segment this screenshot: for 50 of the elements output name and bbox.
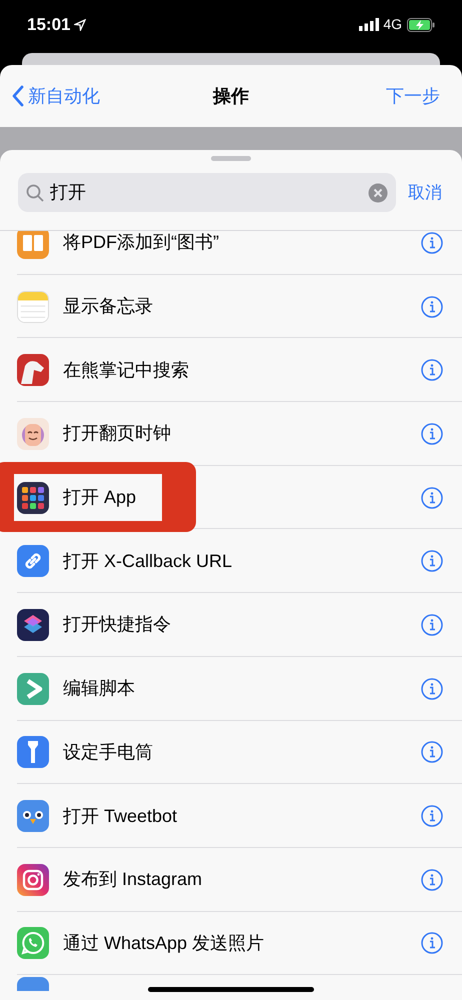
- info-icon[interactable]: [421, 232, 443, 254]
- info-icon[interactable]: [421, 550, 443, 572]
- action-label[interactable]: 打开 Tweetbot: [63, 802, 421, 830]
- action-label[interactable]: 打开翻页时钟: [63, 420, 421, 448]
- info-icon[interactable]: [421, 932, 443, 954]
- flashlight-icon: [17, 736, 49, 768]
- action-label[interactable]: 设定手电筒: [63, 738, 421, 766]
- cancel-button[interactable]: 取消: [408, 180, 442, 206]
- bear-icon: [17, 354, 49, 386]
- info-icon[interactable]: [421, 805, 443, 828]
- next-button[interactable]: 下一步: [386, 82, 450, 110]
- action-label[interactable]: 发布到 Instagram: [63, 866, 421, 894]
- info-icon[interactable]: [421, 296, 443, 318]
- chevron-left-icon: [12, 85, 24, 107]
- action-label[interactable]: 通过 WhatsApp 发送照片: [63, 930, 421, 957]
- action-label[interactable]: 在熊掌记中搜索: [63, 356, 421, 384]
- action-label[interactable]: 显示备忘录: [63, 293, 421, 320]
- sheet-handle[interactable]: [211, 156, 251, 161]
- camera-icon: [17, 864, 49, 896]
- layers-icon: [17, 608, 49, 641]
- info-icon[interactable]: [421, 614, 443, 636]
- time: 15:01: [27, 14, 70, 36]
- battery-charging-icon: [407, 18, 435, 32]
- action-label[interactable]: 编辑脚本: [63, 675, 421, 702]
- signal-icon: [359, 18, 380, 31]
- info-icon[interactable]: [421, 359, 443, 382]
- book-icon: [17, 231, 49, 259]
- notes-icon: [17, 290, 49, 323]
- phone-bubble-icon: [17, 927, 49, 960]
- back-button[interactable]: 新自动化: [12, 82, 100, 110]
- location-arrow-icon: [74, 18, 86, 30]
- network-type: 4G: [383, 15, 402, 34]
- search-field[interactable]: 打开: [18, 173, 396, 212]
- link-icon: [17, 545, 49, 578]
- chevron-right-icon: [17, 672, 49, 705]
- action-label[interactable]: 打开快捷指令: [63, 611, 421, 638]
- info-icon[interactable]: [421, 422, 443, 445]
- action-label[interactable]: 打开 X-Callback URL: [63, 548, 421, 575]
- info-icon[interactable]: [421, 741, 443, 764]
- action-label[interactable]: 将PDF添加到“图书”: [63, 231, 421, 256]
- search-text: 打开: [50, 181, 87, 204]
- clear-icon[interactable]: [368, 182, 388, 202]
- nav-title: 操作: [213, 84, 249, 108]
- info-icon[interactable]: [421, 486, 443, 509]
- search-icon: [26, 184, 44, 202]
- app-grid-icon: [17, 482, 49, 514]
- info-icon[interactable]: [421, 868, 443, 891]
- info-icon[interactable]: [421, 678, 443, 700]
- clock-face-icon: [17, 418, 49, 450]
- action-label[interactable]: 打开 App: [63, 484, 421, 512]
